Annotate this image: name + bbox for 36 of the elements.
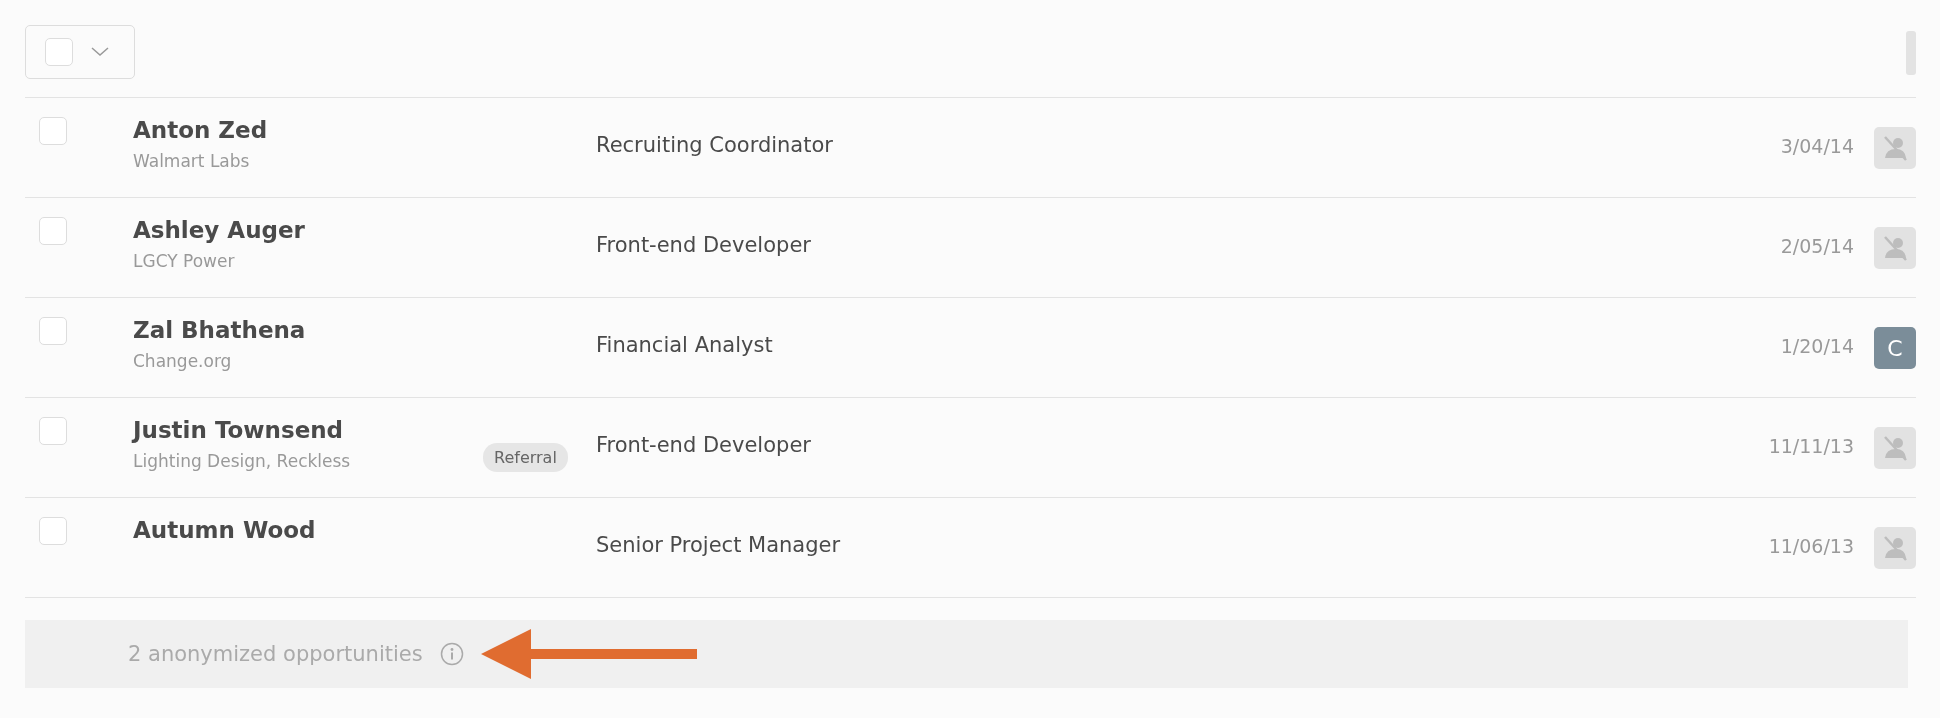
row-checkbox[interactable]: [39, 117, 67, 145]
candidate-name[interactable]: Ashley Auger: [133, 217, 483, 243]
job-title: Recruiting Coordinator: [596, 132, 834, 157]
hidden-person-icon: [1874, 127, 1916, 169]
hidden-person-icon: [1874, 427, 1916, 469]
job-title: Front-end Developer: [596, 432, 812, 457]
row-checkbox[interactable]: [39, 217, 67, 245]
job-title: Senior Project Manager: [596, 532, 842, 557]
info-icon[interactable]: [439, 642, 464, 666]
company-name: LGCY Power: [133, 251, 236, 271]
date-text: 2/05/14: [1780, 234, 1854, 257]
row-checkbox[interactable]: [39, 317, 67, 345]
date-text: 3/04/14: [1780, 134, 1854, 157]
anonymized-count-text: 2 anonymized opportunities: [128, 642, 423, 666]
checkbox[interactable]: [45, 38, 73, 66]
job-title: Financial Analyst: [596, 332, 774, 357]
company-name: Walmart Labs: [133, 151, 251, 171]
candidate-name[interactable]: Anton Zed: [133, 117, 483, 143]
row-checkbox[interactable]: [39, 517, 67, 545]
candidate-name[interactable]: Zal Bhathena: [133, 317, 483, 343]
caret-icon: [91, 47, 109, 57]
hidden-person-icon: [1874, 227, 1916, 269]
hidden-person-icon: [1874, 527, 1916, 569]
job-title: Front-end Developer: [596, 232, 812, 257]
avatar: C: [1874, 327, 1916, 369]
company-name: Change.org: [133, 351, 233, 371]
company-name: Lighting Design, Reckless: [133, 451, 352, 471]
scrollbar[interactable]: [1906, 31, 1916, 75]
date-text: 11/06/13: [1768, 534, 1854, 557]
row-checkbox[interactable]: [39, 417, 67, 445]
candidate-name[interactable]: Justin Townsend: [133, 417, 483, 443]
bulk-select-dropdown[interactable]: [25, 25, 135, 79]
date-text: 1/20/14: [1780, 334, 1854, 357]
date-text: 11/11/13: [1768, 434, 1854, 457]
candidate-name[interactable]: Autumn Wood: [133, 517, 483, 543]
referral-tag: Referral: [483, 443, 568, 472]
